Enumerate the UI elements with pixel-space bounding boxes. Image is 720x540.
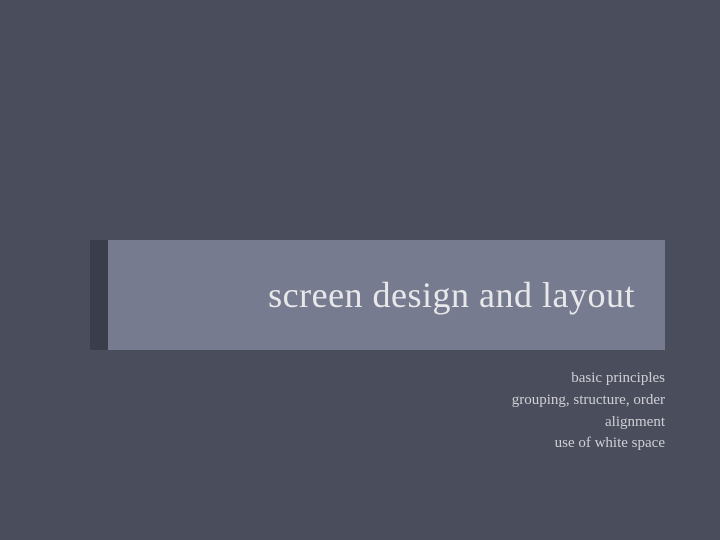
subtitle-line-4: use of white space (512, 433, 665, 455)
subtitle-line-3: alignment (512, 412, 665, 434)
subtitle-line-1: basic principles (512, 368, 665, 390)
subtitle-line-2: grouping, structure, order (512, 390, 665, 412)
title-band: screen design and layout (90, 240, 665, 350)
slide-title: screen design and layout (268, 274, 635, 316)
subtitle-block: basic principles grouping, structure, or… (512, 368, 665, 455)
